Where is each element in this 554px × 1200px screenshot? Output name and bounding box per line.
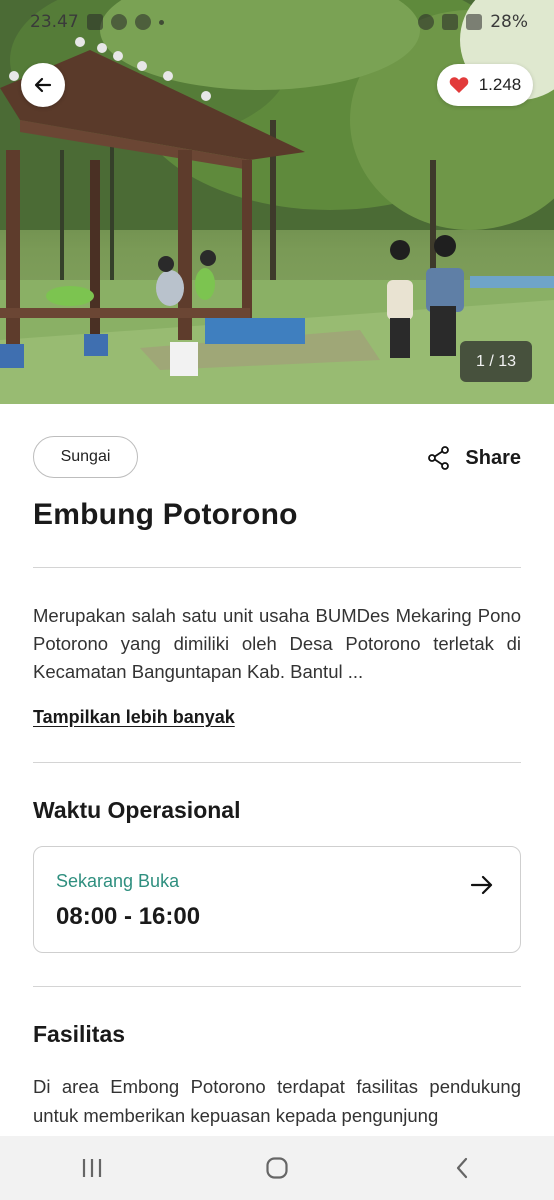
divider xyxy=(33,762,521,763)
opening-hours-card[interactable]: Sekarang Buka 08:00 - 16:00 xyxy=(33,846,521,953)
hours-heading: Waktu Operasional xyxy=(33,797,241,823)
recent-apps-button[interactable] xyxy=(62,1144,122,1192)
system-navigation-bar xyxy=(0,1136,554,1200)
share-icon xyxy=(428,446,450,470)
divider xyxy=(33,567,521,568)
back-button[interactable] xyxy=(21,63,65,107)
clock: 23.47 xyxy=(30,12,79,32)
system-back-button[interactable] xyxy=(432,1144,492,1192)
category-share-row: Sungai Share xyxy=(33,436,521,480)
alarm-icon xyxy=(418,14,435,30)
home-button[interactable] xyxy=(247,1144,307,1192)
place-title: Embung Potorono xyxy=(33,498,298,531)
like-count: 1.248 xyxy=(478,75,522,94)
share-label: Share xyxy=(465,446,521,469)
photo-counter-label: 1 / 13 xyxy=(475,352,517,370)
facilities-heading: Fasilitas xyxy=(33,1021,126,1047)
place-description: Merupakan salah satu unit usaha BUMDes M… xyxy=(33,605,521,682)
hero-photo[interactable]: 23.47 28% 1.248 1 / 13 xyxy=(0,0,554,404)
arrow-right-icon xyxy=(470,875,493,895)
heart-icon xyxy=(449,77,468,93)
category-label: Sungai xyxy=(60,448,111,465)
photo-counter: 1 / 13 xyxy=(460,341,532,382)
show-more-link[interactable]: Tampilkan lebih banyak xyxy=(33,707,235,728)
status-bar: 23.47 28% xyxy=(0,0,554,44)
signal-icon xyxy=(466,14,483,30)
facilities-description: Di area Embong Potorono terdapat fasilit… xyxy=(33,1076,521,1126)
vpn-icon xyxy=(110,14,127,30)
arrow-left-icon xyxy=(34,77,52,93)
category-chip[interactable]: Sungai xyxy=(33,436,138,478)
hours-time-range: 08:00 - 16:00 xyxy=(56,903,201,930)
share-button[interactable]: Share xyxy=(427,438,521,478)
like-button[interactable]: 1.248 xyxy=(437,64,533,106)
recent-apps-icon xyxy=(83,1159,102,1177)
divider xyxy=(33,986,521,987)
open-status: Sekarang Buka xyxy=(56,871,180,891)
chevron-left-icon xyxy=(456,1157,467,1179)
battery-level: 28% xyxy=(490,12,528,32)
wifi-icon xyxy=(442,14,459,30)
home-icon xyxy=(266,1157,288,1179)
chrome-icon xyxy=(134,14,151,30)
gallery-icon xyxy=(86,14,103,30)
more-notifications-icon xyxy=(158,19,164,25)
